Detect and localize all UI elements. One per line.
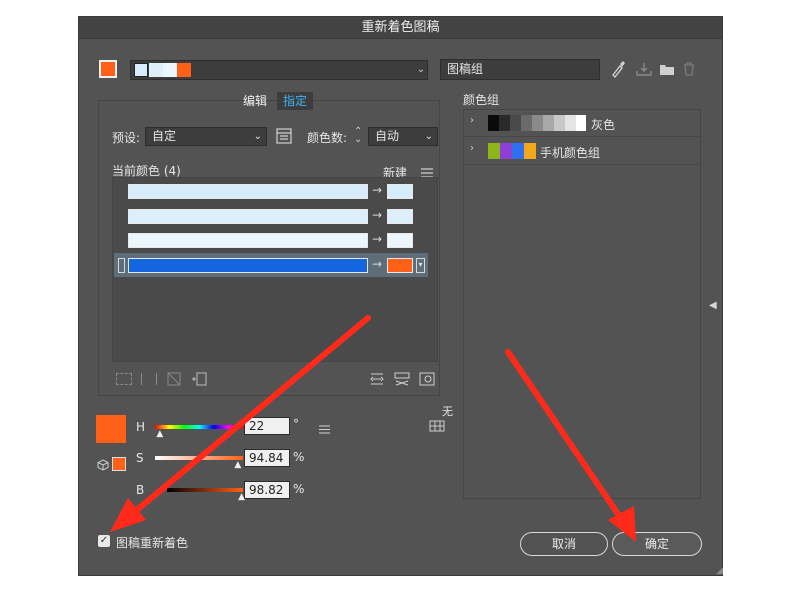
annotation-arrows [110,315,636,542]
annotation-arrow-right [505,349,636,542]
annotation-arrow-left [110,315,371,532]
